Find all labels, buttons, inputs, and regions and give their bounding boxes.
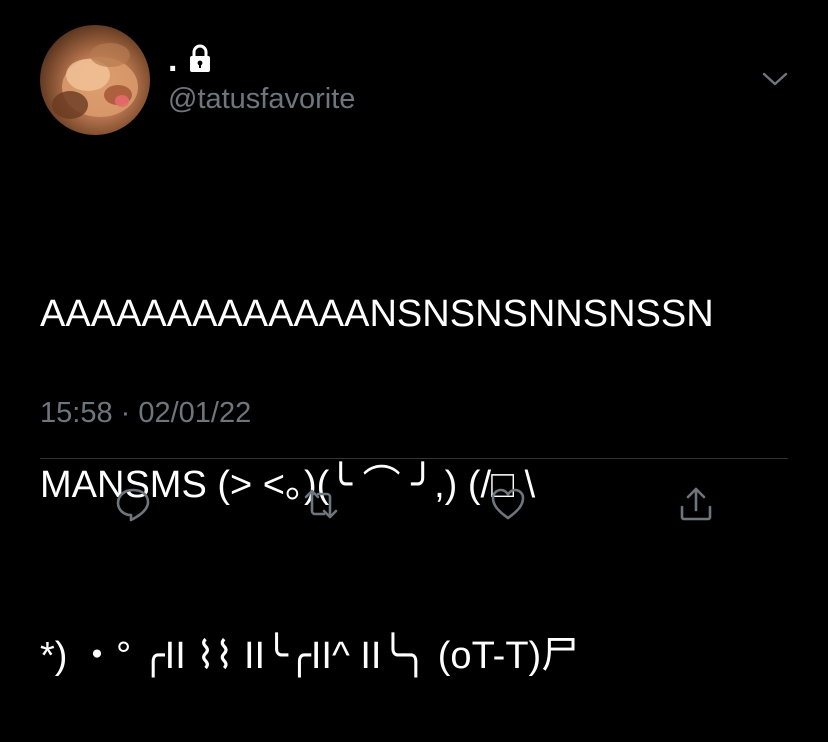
user-handle[interactable]: @tatusfavorite bbox=[168, 82, 355, 116]
retweet-icon bbox=[304, 489, 338, 519]
heart-icon bbox=[491, 488, 525, 520]
share-icon bbox=[680, 487, 712, 521]
lock-icon bbox=[190, 44, 210, 72]
display-name[interactable]: . bbox=[168, 40, 177, 80]
tweet-text-line: *) ・° ╭ΙΙ ⌇⌇ ΙΙ╰╭ΙΙ^ ΙΙ╰╮ (oT-T)尸 bbox=[40, 635, 580, 677]
chevron-down-icon[interactable] bbox=[760, 64, 790, 94]
like-button[interactable] bbox=[488, 484, 528, 524]
reply-button[interactable] bbox=[113, 484, 153, 524]
share-button[interactable] bbox=[676, 484, 716, 524]
tweet-timestamp[interactable]: 15:58 · 02/01/22 bbox=[40, 395, 251, 431]
divider bbox=[40, 458, 788, 459]
tweet-text: AAAAAAAAAAAAANSNSNSNNSNSSN MANSMS (> <。)… bbox=[40, 172, 800, 742]
reply-icon bbox=[116, 488, 150, 522]
avatar[interactable] bbox=[40, 25, 150, 135]
retweet-button[interactable] bbox=[301, 484, 341, 524]
tweet-text-line: AAAAAAAAAAAAANSNSNSNNSNSSN bbox=[40, 293, 714, 335]
